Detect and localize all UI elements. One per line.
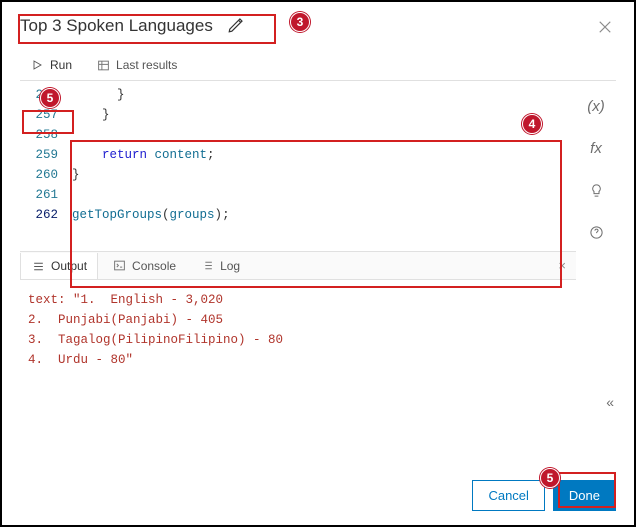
expression-title: Top 3 Spoken Languages [20, 14, 213, 38]
functions-icon[interactable]: fx [590, 135, 602, 161]
last-results-button[interactable]: Last results [86, 54, 187, 76]
tab-log-label: Log [220, 259, 240, 273]
run-label: Run [50, 58, 72, 72]
title-wrap: Top 3 Spoken Languages [20, 14, 245, 38]
editor-toolbar: Run Last results [20, 48, 616, 81]
play-icon [30, 58, 44, 72]
tab-log[interactable]: Log [190, 253, 250, 279]
editor-sidebar: (x) fx [576, 81, 616, 245]
done-button[interactable]: Done [553, 480, 616, 511]
results-icon [96, 58, 110, 72]
output-line: 4. Urdu - 80" [28, 350, 568, 370]
output-line: 2. Punjabi(Panjabi) - 405 [28, 310, 568, 330]
output-icon [31, 259, 45, 273]
output-close-icon[interactable]: × [548, 252, 576, 279]
code-body[interactable]: } } return content;}getTopGroups(groups)… [66, 81, 576, 229]
last-results-label: Last results [116, 58, 177, 72]
cancel-button[interactable]: Cancel [472, 480, 544, 511]
output-tabs: Output Console Log × [20, 251, 576, 280]
tab-console[interactable]: Console [102, 253, 186, 279]
close-icon[interactable] [596, 18, 614, 39]
output-line: text: "1. English - 3,020 [28, 290, 568, 310]
dialog-header: Top 3 Spoken Languages [2, 2, 634, 48]
lightbulb-icon[interactable] [589, 177, 604, 203]
run-button[interactable]: Run [20, 54, 82, 76]
log-icon [200, 259, 214, 273]
dialog-footer: Cancel Done [472, 480, 616, 511]
variables-icon[interactable]: (x) [587, 93, 605, 119]
collapse-chevron-icon[interactable]: « [606, 394, 614, 410]
output-line: 3. Tagalog(PilipinoFilipino) - 80 [28, 330, 568, 350]
editor-row: 256257258259260261262 } } return content… [20, 81, 616, 245]
pencil-icon[interactable] [227, 16, 245, 37]
tab-console-label: Console [132, 259, 176, 273]
console-icon [112, 259, 126, 273]
line-gutter: 256257258259260261262 [20, 81, 66, 229]
main-area: Run Last results 256257258259260261262 }… [2, 48, 634, 390]
tab-output-label: Output [51, 259, 87, 273]
output-panel: text: "1. English - 3,0202. Punjabi(Panj… [20, 280, 576, 390]
help-icon[interactable] [589, 219, 604, 245]
tab-output[interactable]: Output [20, 253, 98, 279]
code-editor[interactable]: 256257258259260261262 } } return content… [20, 81, 576, 229]
